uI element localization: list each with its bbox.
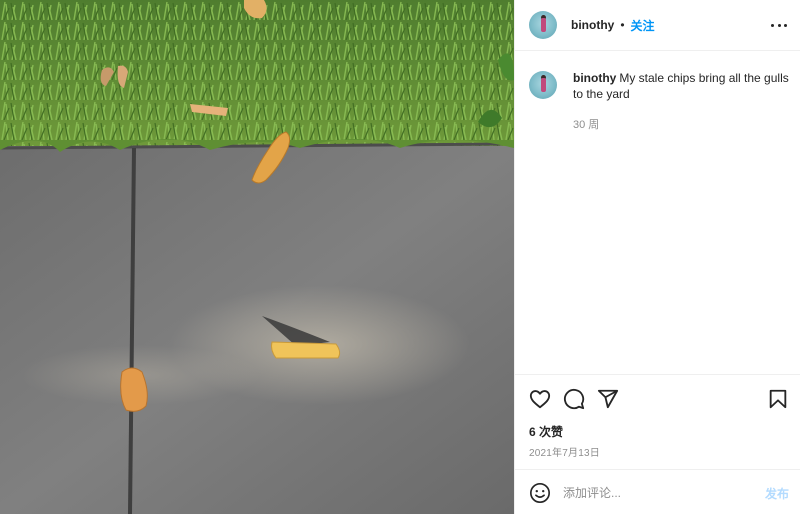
photo-illustration [0,0,514,514]
caption-username[interactable]: binothy [573,71,616,85]
add-comment-bar: 发布 [515,469,800,514]
share-icon[interactable] [597,388,619,410]
post-photo[interactable] [0,0,514,514]
post-date[interactable]: 2021年7月13日 [529,444,600,459]
action-icons [529,388,789,410]
avatar-figure-body [541,78,546,92]
more-dot [771,23,774,27]
more-dot [784,23,787,27]
emoji-icon[interactable] [529,482,551,504]
caption-avatar[interactable] [529,71,557,99]
post-header: binothy • 关注 [515,0,800,51]
heart-icon[interactable] [529,388,551,410]
caption-comment: binothy My stale chips bring all the gull… [529,70,791,102]
header-username[interactable]: binothy [571,18,614,32]
avatar[interactable] [529,11,557,39]
comment-input[interactable] [563,485,753,500]
follow-button[interactable]: 关注 [631,17,655,34]
post-details-panel: binothy • 关注 binothy My stale chips bring… [514,0,800,514]
post-view: binothy • 关注 binothy My stale chips bring… [0,0,800,514]
comment-icon[interactable] [563,388,585,410]
likes-count[interactable]: 6 次赞 [529,423,563,440]
more-dot [777,23,781,27]
more-options-icon[interactable] [771,18,787,32]
caption-body: binothy My stale chips bring all the gull… [573,70,791,102]
separator-dot: • [620,18,625,32]
caption-time: 30 周 [573,119,600,131]
avatar-figure-body [541,18,546,32]
post-comment-button[interactable]: 发布 [765,485,789,502]
bookmark-icon[interactable] [767,388,789,410]
actions-section: 6 次赞 2021年7月13日 发布 [515,374,800,514]
